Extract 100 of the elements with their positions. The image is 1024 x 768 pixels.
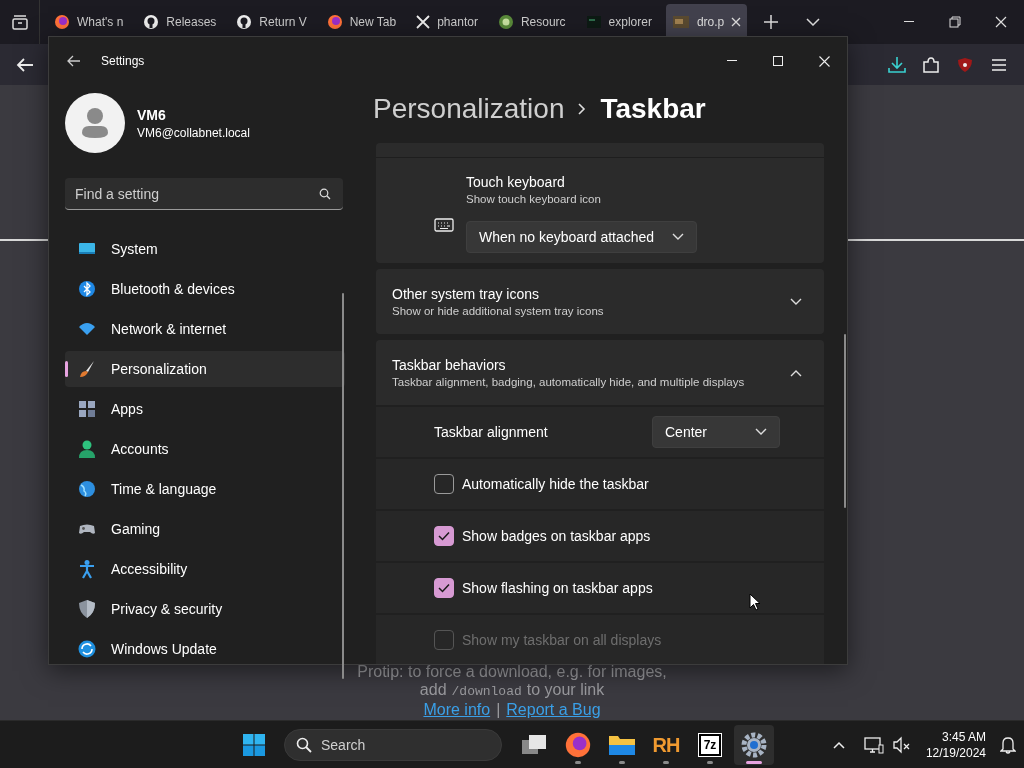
volume-muted-icon[interactable] [891, 736, 912, 754]
download-icon [888, 55, 906, 74]
puzzle-icon [922, 55, 940, 74]
checkbox-label: Automatically hide the taskbar [462, 476, 650, 492]
sidebar-item[interactable]: Accessibility [65, 551, 345, 587]
leaf-icon [497, 14, 514, 30]
folder-icon [608, 733, 636, 757]
restore-icon [949, 16, 961, 28]
firefox-icon [54, 14, 70, 30]
gear-icon [741, 732, 767, 758]
selection-indicator [65, 361, 68, 377]
github-icon [143, 14, 160, 30]
report-bug-link[interactable]: Report a Bug [506, 701, 601, 719]
taskbar-search-field[interactable]: Search [284, 729, 502, 761]
checkmark-icon [438, 531, 450, 541]
sidebar-item[interactable]: Time & language [65, 471, 345, 507]
clock-time[interactable]: 3:45 AM [941, 729, 986, 745]
tabs-icon [10, 14, 29, 30]
globe-icon [77, 479, 97, 499]
bluetooth-icon [77, 279, 97, 299]
breadcrumb-chevron-icon [578, 103, 587, 115]
window-title: Settings [101, 54, 145, 68]
back-arrow-icon [67, 55, 81, 67]
setting-title: Other system tray icons [392, 286, 541, 302]
chevron-down-icon [672, 233, 685, 241]
keyboard-dropdown[interactable]: When no keyboard attached [466, 221, 698, 253]
checkbox[interactable] [434, 578, 454, 598]
sidebar-item[interactable]: System [65, 231, 345, 267]
code-snippet: /download [451, 683, 522, 701]
apps-icon [77, 399, 97, 419]
chevron-down-icon [755, 428, 767, 436]
menu-icon [991, 57, 1007, 72]
checkbox-label: Show flashing on taskbar apps [462, 580, 654, 596]
scrollbar[interactable] [844, 334, 846, 508]
maximize-icon [773, 56, 783, 66]
sidebar-item[interactable]: Gaming [65, 511, 345, 547]
search-icon [296, 737, 312, 753]
scrollbar[interactable] [342, 293, 344, 679]
browser-tab[interactable]: explorer [579, 4, 658, 40]
tip-text: add [419, 681, 447, 699]
plus-icon [764, 15, 779, 29]
minimize-icon [727, 60, 737, 62]
thumbnail-icon [671, 14, 690, 30]
close-icon [818, 55, 830, 67]
clock-date[interactable]: 12/19/2024 [925, 745, 986, 761]
archive-app-icon: 7z [698, 734, 722, 756]
settings-search-field[interactable]: Find a setting [65, 178, 343, 210]
sidebar-item[interactable]: Apps [65, 391, 345, 427]
close-icon[interactable] [731, 17, 742, 27]
checkbox[interactable] [434, 474, 454, 494]
mouse-cursor-icon [749, 593, 761, 611]
checkbox-label: Show my taskbar on all displays [462, 632, 663, 648]
checkmark-icon [438, 583, 450, 593]
tip-text: to your link [526, 681, 605, 699]
checkbox[interactable] [434, 526, 454, 546]
person-icon [77, 559, 97, 579]
close-icon [995, 16, 1007, 28]
github-icon [236, 14, 253, 30]
keyboard-icon [434, 218, 454, 232]
windows-logo-icon [242, 733, 266, 757]
shield-icon [77, 599, 97, 619]
chevron-down-icon [806, 18, 821, 26]
setting-description: Show touch keyboard icon [466, 193, 602, 205]
browser-tab[interactable]: phantor [410, 4, 484, 40]
shield-icon [957, 56, 973, 73]
x-logo-icon [416, 15, 431, 29]
alignment-dropdown[interactable]: Center [652, 416, 780, 448]
search-icon [319, 188, 331, 200]
chevron-down-icon [790, 298, 802, 306]
firefox-icon [326, 14, 343, 30]
protip-text: Protip: to force a download, e.g. for images, [357, 663, 667, 681]
update-icon [77, 639, 97, 659]
sidebar-item[interactable]: Personalization [65, 351, 345, 387]
app-logo-icon: RH [652, 733, 680, 757]
setting-title: Taskbar behaviors [392, 357, 507, 373]
breadcrumb-link[interactable]: Personalization [373, 93, 565, 125]
accounts-icon [77, 439, 97, 459]
taskbar-app-button[interactable]: RH [646, 725, 686, 765]
notification-bell-icon[interactable] [1000, 736, 1016, 754]
avatar[interactable] [65, 93, 125, 153]
chevron-up-icon [832, 741, 845, 749]
link-separator: | [496, 701, 501, 719]
page-icon [585, 14, 602, 30]
checkbox-label: Show badges on taskbar apps [462, 528, 652, 544]
more-info-link[interactable]: More info [423, 701, 491, 719]
sidebar-item[interactable]: Network & internet [65, 311, 345, 347]
page-title: Taskbar [600, 93, 706, 125]
setting-label: Taskbar alignment [434, 424, 549, 440]
sidebar-item[interactable]: Accounts [65, 431, 345, 467]
taskbar-app-button[interactable] [734, 725, 774, 765]
setting-description: Taskbar alignment, badging, automatically hide, and multiple displays [392, 376, 746, 388]
minimize-icon [904, 21, 914, 23]
network-icon[interactable] [863, 736, 884, 754]
user-name: VM6 [137, 106, 167, 123]
firefox-icon [565, 732, 591, 758]
taskbar-app-button[interactable]: 7z [690, 725, 730, 765]
back-arrow-icon [16, 57, 34, 72]
user-email: VM6@collabnet.local [137, 125, 250, 140]
setting-description: Show or hide additional system tray icons [392, 305, 605, 317]
task-view-icon [521, 734, 547, 756]
